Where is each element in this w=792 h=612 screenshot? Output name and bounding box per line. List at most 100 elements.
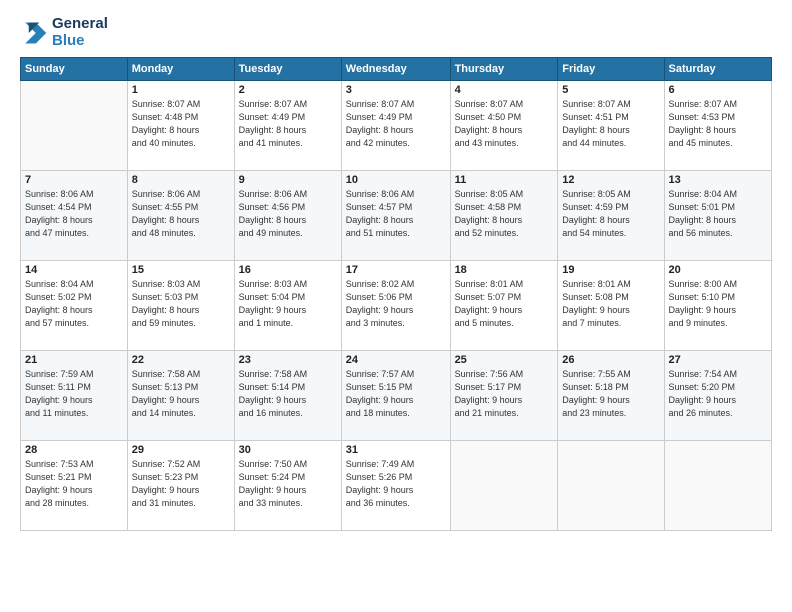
day-number: 31 — [346, 444, 446, 456]
calendar-day-cell: 17 Sunrise: 8:02 AM Sunset: 5:06 PM Dayli… — [341, 261, 450, 351]
day-info: Sunrise: 7:59 AM Sunset: 5:11 PM Dayligh… — [25, 368, 123, 420]
day-info: Sunrise: 8:06 AM Sunset: 4:54 PM Dayligh… — [25, 188, 123, 240]
calendar-day-cell: 1 Sunrise: 8:07 AM Sunset: 4:48 PM Daylig… — [127, 81, 234, 171]
day-info: Sunrise: 8:00 AM Sunset: 5:10 PM Dayligh… — [669, 278, 767, 330]
day-info: Sunrise: 8:07 AM Sunset: 4:51 PM Dayligh… — [562, 98, 659, 150]
day-info: Sunrise: 7:55 AM Sunset: 5:18 PM Dayligh… — [562, 368, 659, 420]
day-number: 3 — [346, 84, 446, 96]
day-info: Sunrise: 8:04 AM Sunset: 5:02 PM Dayligh… — [25, 278, 123, 330]
day-number: 27 — [669, 354, 767, 366]
calendar-day-cell — [21, 81, 128, 171]
day-number: 16 — [239, 264, 337, 276]
day-number: 1 — [132, 84, 230, 96]
day-number: 4 — [455, 84, 554, 96]
calendar-day-cell — [558, 441, 664, 531]
day-info: Sunrise: 8:06 AM Sunset: 4:56 PM Dayligh… — [239, 188, 337, 240]
calendar-day-cell: 14 Sunrise: 8:04 AM Sunset: 5:02 PM Dayli… — [21, 261, 128, 351]
day-info: Sunrise: 8:07 AM Sunset: 4:50 PM Dayligh… — [455, 98, 554, 150]
weekday-header: Saturday — [664, 58, 771, 81]
day-number: 30 — [239, 444, 337, 456]
day-info: Sunrise: 8:06 AM Sunset: 4:55 PM Dayligh… — [132, 188, 230, 240]
day-info: Sunrise: 7:52 AM Sunset: 5:23 PM Dayligh… — [132, 458, 230, 510]
day-number: 7 — [25, 174, 123, 186]
day-info: Sunrise: 8:04 AM Sunset: 5:01 PM Dayligh… — [669, 188, 767, 240]
page: General Blue SundayMondayTuesdayWednesda… — [0, 0, 792, 612]
calendar-header-row: SundayMondayTuesdayWednesdayThursdayFrid… — [21, 58, 772, 81]
day-number: 12 — [562, 174, 659, 186]
calendar-day-cell: 6 Sunrise: 8:07 AM Sunset: 4:53 PM Daylig… — [664, 81, 771, 171]
calendar-day-cell: 12Sunrise: 8:05 AM Sunset: 4:59 PM Dayli… — [558, 171, 664, 261]
calendar-day-cell: 4 Sunrise: 8:07 AM Sunset: 4:50 PM Daylig… — [450, 81, 558, 171]
day-info: Sunrise: 7:58 AM Sunset: 5:13 PM Dayligh… — [132, 368, 230, 420]
day-info: Sunrise: 8:07 AM Sunset: 4:49 PM Dayligh… — [346, 98, 446, 150]
day-number: 21 — [25, 354, 123, 366]
day-info: Sunrise: 7:49 AM Sunset: 5:26 PM Dayligh… — [346, 458, 446, 510]
logo-text: General Blue — [52, 16, 108, 49]
day-number: 2 — [239, 84, 337, 96]
day-number: 14 — [25, 264, 123, 276]
calendar-day-cell: 2 Sunrise: 8:07 AM Sunset: 4:49 PM Daylig… — [234, 81, 341, 171]
calendar-week-row: 1 Sunrise: 8:07 AM Sunset: 4:48 PM Daylig… — [21, 81, 772, 171]
day-number: 28 — [25, 444, 123, 456]
calendar-day-cell: 28 Sunrise: 7:53 AM Sunset: 5:21 PM Dayli… — [21, 441, 128, 531]
day-info: Sunrise: 7:57 AM Sunset: 5:15 PM Dayligh… — [346, 368, 446, 420]
header: General Blue — [20, 16, 772, 49]
calendar-week-row: 28 Sunrise: 7:53 AM Sunset: 5:21 PM Dayli… — [21, 441, 772, 531]
calendar-day-cell: 20 Sunrise: 8:00 AM Sunset: 5:10 PM Dayli… — [664, 261, 771, 351]
day-info: Sunrise: 7:54 AM Sunset: 5:20 PM Dayligh… — [669, 368, 767, 420]
day-info: Sunrise: 8:05 AM Sunset: 4:58 PM Dayligh… — [455, 188, 554, 240]
day-number: 22 — [132, 354, 230, 366]
day-number: 17 — [346, 264, 446, 276]
day-number: 26 — [562, 354, 659, 366]
calendar-day-cell: 16 Sunrise: 8:03 AM Sunset: 5:04 PM Dayli… — [234, 261, 341, 351]
day-info: Sunrise: 8:03 AM Sunset: 5:04 PM Dayligh… — [239, 278, 337, 330]
day-info: Sunrise: 8:01 AM Sunset: 5:08 PM Dayligh… — [562, 278, 659, 330]
weekday-header: Wednesday — [341, 58, 450, 81]
calendar-day-cell: 3 Sunrise: 8:07 AM Sunset: 4:49 PM Daylig… — [341, 81, 450, 171]
calendar-day-cell: 21 Sunrise: 7:59 AM Sunset: 5:11 PM Dayli… — [21, 351, 128, 441]
calendar-day-cell: 22 Sunrise: 7:58 AM Sunset: 5:13 PM Dayli… — [127, 351, 234, 441]
weekday-header: Friday — [558, 58, 664, 81]
day-info: Sunrise: 8:06 AM Sunset: 4:57 PM Dayligh… — [346, 188, 446, 240]
calendar-day-cell: 5Sunrise: 8:07 AM Sunset: 4:51 PM Daylig… — [558, 81, 664, 171]
calendar-day-cell: 27 Sunrise: 7:54 AM Sunset: 5:20 PM Dayli… — [664, 351, 771, 441]
day-info: Sunrise: 8:01 AM Sunset: 5:07 PM Dayligh… — [455, 278, 554, 330]
calendar-day-cell: 29Sunrise: 7:52 AM Sunset: 5:23 PM Dayli… — [127, 441, 234, 531]
weekday-header: Monday — [127, 58, 234, 81]
day-number: 23 — [239, 354, 337, 366]
day-info: Sunrise: 8:07 AM Sunset: 4:49 PM Dayligh… — [239, 98, 337, 150]
calendar-day-cell: 10 Sunrise: 8:06 AM Sunset: 4:57 PM Dayli… — [341, 171, 450, 261]
day-info: Sunrise: 8:07 AM Sunset: 4:53 PM Dayligh… — [669, 98, 767, 150]
calendar-week-row: 14 Sunrise: 8:04 AM Sunset: 5:02 PM Dayli… — [21, 261, 772, 351]
day-number: 25 — [455, 354, 554, 366]
day-info: Sunrise: 7:56 AM Sunset: 5:17 PM Dayligh… — [455, 368, 554, 420]
day-number: 10 — [346, 174, 446, 186]
day-number: 9 — [239, 174, 337, 186]
calendar-day-cell: 26 Sunrise: 7:55 AM Sunset: 5:18 PM Dayli… — [558, 351, 664, 441]
day-info: Sunrise: 7:53 AM Sunset: 5:21 PM Dayligh… — [25, 458, 123, 510]
calendar-day-cell: 19Sunrise: 8:01 AM Sunset: 5:08 PM Dayli… — [558, 261, 664, 351]
day-number: 15 — [132, 264, 230, 276]
day-number: 6 — [669, 84, 767, 96]
calendar-day-cell — [664, 441, 771, 531]
calendar-day-cell: 23 Sunrise: 7:58 AM Sunset: 5:14 PM Dayli… — [234, 351, 341, 441]
day-number: 24 — [346, 354, 446, 366]
calendar-day-cell — [450, 441, 558, 531]
day-info: Sunrise: 7:58 AM Sunset: 5:14 PM Dayligh… — [239, 368, 337, 420]
calendar-table: SundayMondayTuesdayWednesdayThursdayFrid… — [20, 57, 772, 531]
calendar-day-cell: 24 Sunrise: 7:57 AM Sunset: 5:15 PM Dayli… — [341, 351, 450, 441]
day-info: Sunrise: 8:07 AM Sunset: 4:48 PM Dayligh… — [132, 98, 230, 150]
day-number: 13 — [669, 174, 767, 186]
day-info: Sunrise: 8:02 AM Sunset: 5:06 PM Dayligh… — [346, 278, 446, 330]
day-info: Sunrise: 8:03 AM Sunset: 5:03 PM Dayligh… — [132, 278, 230, 330]
logo: General Blue — [20, 16, 108, 49]
calendar-day-cell: 11Sunrise: 8:05 AM Sunset: 4:58 PM Dayli… — [450, 171, 558, 261]
calendar-day-cell: 8 Sunrise: 8:06 AM Sunset: 4:55 PM Daylig… — [127, 171, 234, 261]
weekday-header: Sunday — [21, 58, 128, 81]
day-number: 20 — [669, 264, 767, 276]
calendar-day-cell: 30 Sunrise: 7:50 AM Sunset: 5:24 PM Dayli… — [234, 441, 341, 531]
day-info: Sunrise: 7:50 AM Sunset: 5:24 PM Dayligh… — [239, 458, 337, 510]
day-number: 8 — [132, 174, 230, 186]
logo-icon — [20, 19, 48, 47]
calendar-day-cell: 13 Sunrise: 8:04 AM Sunset: 5:01 PM Dayli… — [664, 171, 771, 261]
